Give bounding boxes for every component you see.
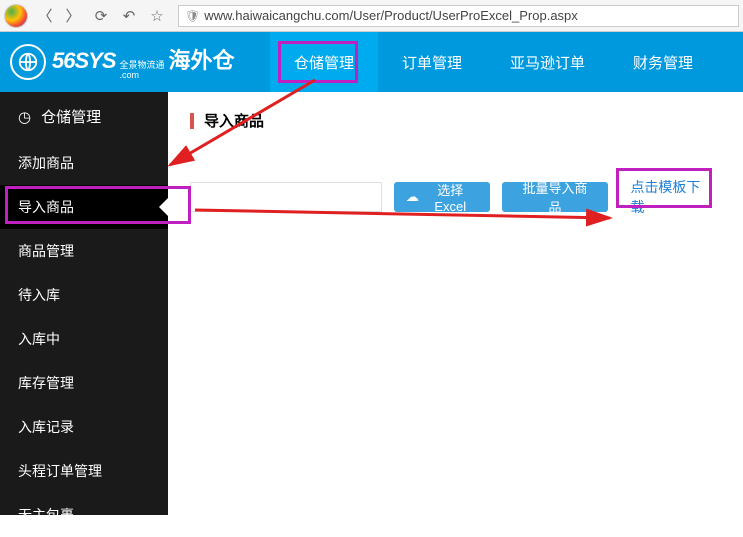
sidebar-item-inbound-log[interactable]: 入库记录 bbox=[0, 405, 168, 449]
action-row: ☁ 选择Excel 批量导入商品 点击模板下载 bbox=[190, 171, 721, 223]
sidebar-item-pending-in[interactable]: 待入库 bbox=[0, 273, 168, 317]
logo-text: 56SYS 全景物流通 .com 海外仓 bbox=[52, 43, 235, 81]
browser-logo-icon bbox=[4, 4, 28, 28]
back-button[interactable]: 〈 bbox=[34, 5, 56, 27]
nav-tab-orders[interactable]: 订单管理 bbox=[378, 32, 486, 92]
top-nav: 56SYS 全景物流通 .com 海外仓 仓储管理 订单管理 亚马逊订单 财务管… bbox=[0, 32, 743, 92]
download-template-link[interactable]: 点击模板下载 bbox=[620, 171, 721, 223]
upload-icon: ☁ bbox=[406, 189, 419, 205]
breadcrumb: 导入商品 bbox=[190, 110, 721, 131]
nav-tab-finance[interactable]: 财务管理 bbox=[609, 32, 717, 92]
address-bar[interactable]: 🛡 www.haiwaicangchu.com/User/Product/Use… bbox=[178, 5, 739, 27]
bulk-import-button[interactable]: 批量导入商品 bbox=[502, 182, 609, 212]
page-body: ◷ 仓储管理 添加商品 导入商品 商品管理 待入库 入库中 库存管理 入库记录 … bbox=[0, 92, 743, 515]
browser-toolbar: 〈 〉 ⟳ ↶ ☆ 🛡 www.haiwaicangchu.com/User/P… bbox=[0, 0, 743, 32]
choose-excel-button[interactable]: ☁ 选择Excel bbox=[394, 182, 490, 212]
sidebar: ◷ 仓储管理 添加商品 导入商品 商品管理 待入库 入库中 库存管理 入库记录 … bbox=[0, 92, 168, 515]
page-title: 导入商品 bbox=[204, 110, 264, 131]
nav-tab-amazon[interactable]: 亚马逊订单 bbox=[486, 32, 609, 92]
nav-tab-storage[interactable]: 仓储管理 bbox=[270, 32, 378, 92]
crumb-accent bbox=[190, 113, 194, 129]
clock-icon: ◷ bbox=[18, 108, 31, 126]
sidebar-item-product-manage[interactable]: 商品管理 bbox=[0, 229, 168, 273]
site-info-icon: 🛡 bbox=[185, 9, 200, 23]
nav-items: 仓储管理 订单管理 亚马逊订单 财务管理 bbox=[270, 32, 717, 92]
file-path-input[interactable] bbox=[190, 182, 382, 212]
sidebar-item-firstleg[interactable]: 头程订单管理 bbox=[0, 449, 168, 493]
sidebar-header: ◷ 仓储管理 bbox=[0, 92, 168, 141]
sidebar-item-inbound[interactable]: 入库中 bbox=[0, 317, 168, 361]
sidebar-item-unclaimed[interactable]: 无主包裹 bbox=[0, 493, 168, 537]
reload-button[interactable]: ⟳ bbox=[90, 5, 112, 27]
sidebar-item-inventory[interactable]: 库存管理 bbox=[0, 361, 168, 405]
sidebar-item-add-product[interactable]: 添加商品 bbox=[0, 141, 168, 185]
logo[interactable]: 56SYS 全景物流通 .com 海外仓 bbox=[0, 43, 270, 81]
main-content: 导入商品 ☁ 选择Excel 批量导入商品 点击模板下载 bbox=[168, 92, 743, 515]
sidebar-item-import-product[interactable]: 导入商品 bbox=[0, 185, 168, 229]
forward-button[interactable]: 〉 bbox=[62, 5, 84, 27]
undo-button[interactable]: ↶ bbox=[118, 5, 140, 27]
logo-globe-icon bbox=[10, 44, 46, 80]
star-button[interactable]: ☆ bbox=[146, 5, 168, 27]
url-text: www.haiwaicangchu.com/User/Product/UserP… bbox=[204, 8, 578, 23]
